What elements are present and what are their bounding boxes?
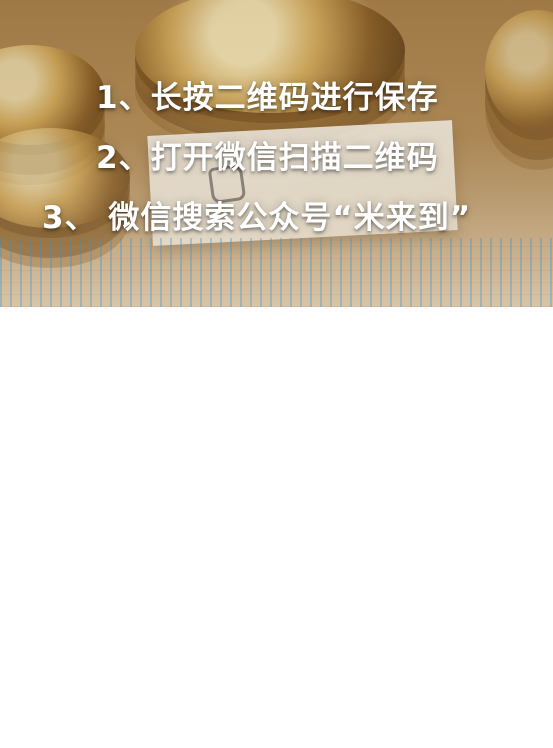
instruction-list: 1、长按二维码进行保存 2、打开微信扫描二维码 3、 微信搜索公众号“米来到” bbox=[0, 0, 553, 307]
page: 1、长按二维码进行保存 2、打开微信扫描二维码 3、 微信搜索公众号“米来到” bbox=[0, 0, 553, 748]
banner-image: 1、长按二维码进行保存 2、打开微信扫描二维码 3、 微信搜索公众号“米来到” bbox=[0, 0, 553, 307]
instruction-step-3: 3、 微信搜索公众号“米来到” bbox=[42, 200, 472, 236]
instruction-step-1: 1、长按二维码进行保存 bbox=[96, 80, 439, 116]
instruction-step-2: 2、打开微信扫描二维码 bbox=[96, 140, 439, 176]
